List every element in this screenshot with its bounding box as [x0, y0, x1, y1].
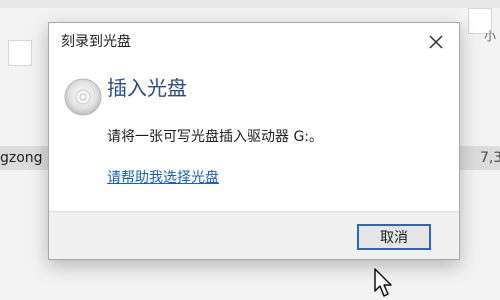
insert-disc-message: 请将一张可写光盘插入驱动器 G:。 — [107, 129, 324, 145]
burn-disc-dialog: 刻录到光盘 插入光盘 请将一张可写光盘插入驱动器 G:。 请帮助我选择光盘 取消 — [48, 22, 460, 260]
dialog-titlebar: 刻录到光盘 — [49, 23, 459, 63]
dialog-title: 刻录到光盘 — [61, 34, 131, 50]
dialog-footer: 取消 — [49, 211, 459, 259]
background-small-text: 小 — [484, 29, 497, 43]
close-icon — [429, 35, 443, 49]
background-row-text-left: gzong — [0, 150, 43, 166]
mouse-pointer-icon — [374, 268, 392, 297]
disc-icon — [64, 78, 102, 116]
background-row-text-right: 7,38 — [480, 150, 500, 166]
dialog-content: 插入光盘 请将一张可写光盘插入驱动器 G:。 请帮助我选择光盘 — [49, 63, 459, 211]
background-top-strip — [0, 0, 500, 8]
cancel-button[interactable]: 取消 — [357, 224, 431, 250]
close-button[interactable] — [423, 29, 449, 55]
help-choose-disc-link[interactable]: 请帮助我选择光盘 — [107, 170, 219, 186]
insert-disc-heading: 插入光盘 — [107, 76, 187, 100]
background-left-panel — [8, 40, 32, 66]
